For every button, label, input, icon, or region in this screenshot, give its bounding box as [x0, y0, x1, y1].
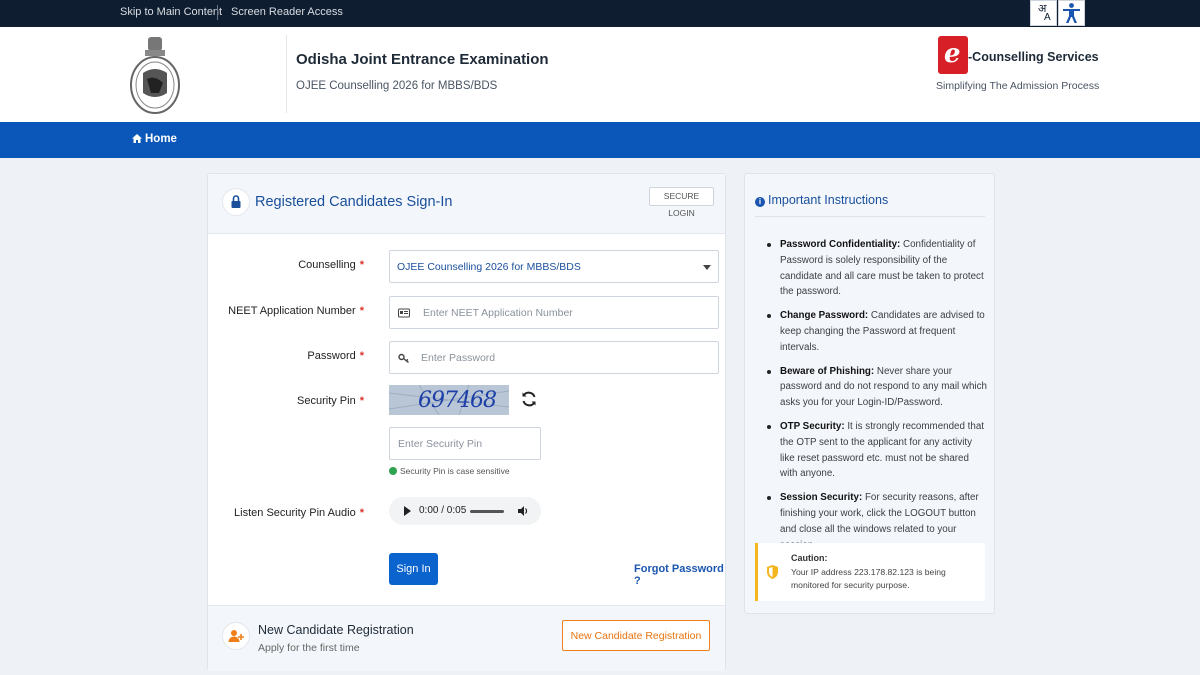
required-mark: *: [359, 507, 364, 519]
list-item: Password Confidentiality: Confidentialit…: [767, 237, 987, 300]
site-header: Odisha Joint Entrance Examination OJEE C…: [0, 27, 1200, 122]
counselling-label-text: Counselling: [298, 259, 356, 271]
neet-label: NEET Application Number *: [228, 305, 364, 317]
pin-case-hint: Security Pin is case sensitive: [389, 466, 510, 476]
language-glyph-bottom: A: [1044, 12, 1051, 23]
list-item: OTP Security: It is strongly recommended…: [767, 419, 987, 482]
caution-text: Your IP address 223.178.82.123 is being …: [791, 567, 946, 590]
registration-title: New Candidate Registration: [258, 623, 414, 637]
required-mark: *: [359, 395, 364, 407]
language-toggle-button[interactable]: अ A: [1030, 0, 1057, 26]
divider: [217, 5, 218, 20]
chevron-down-icon: [703, 265, 711, 270]
caution-box: Caution: Your IP address 223.178.82.123 …: [755, 543, 985, 601]
brand-tagline: Simplifying The Admission Process: [936, 80, 1100, 92]
pin-case-hint-text: Security Pin is case sensitive: [400, 466, 510, 476]
header-divider: [286, 35, 287, 113]
login-header: Registered Candidates Sign-In SECURE LOG…: [208, 174, 725, 234]
password-label-text: Password: [307, 350, 356, 362]
screen-reader-link[interactable]: Screen Reader Access: [231, 6, 343, 18]
instruction-heading: Change Password:: [780, 310, 869, 322]
sign-in-button[interactable]: Sign In: [389, 553, 438, 585]
instruction-heading: OTP Security:: [780, 420, 845, 432]
login-panel: Registered Candidates Sign-In SECURE LOG…: [207, 173, 726, 671]
id-card-icon: [398, 308, 410, 318]
secure-login-badge: SECURE LOGIN: [649, 187, 714, 218]
nav-home-label: Home: [145, 133, 177, 145]
nav-home-link[interactable]: Home: [132, 133, 177, 145]
add-user-icon: [228, 630, 244, 642]
security-pin-audio-player[interactable]: 0:00 / 0:05: [389, 497, 541, 525]
security-pin-label: Security Pin *: [297, 395, 364, 407]
login-title: Registered Candidates Sign-In: [255, 194, 453, 210]
counselling-select[interactable]: OJEE Counselling 2026 for MBBS/BDS: [389, 250, 719, 283]
play-icon[interactable]: [404, 506, 411, 516]
list-item: Change Password: Candidates are advised …: [767, 308, 987, 355]
neet-application-input[interactable]: Enter NEET Application Number: [389, 296, 719, 329]
home-icon: [132, 134, 142, 143]
captcha-image: 697468: [389, 385, 509, 415]
security-pin-placeholder: Enter Security Pin: [398, 438, 483, 450]
site-subtitle: OJEE Counselling 2026 for MBBS/BDS: [296, 80, 498, 92]
list-item: Beware of Phishing: Never share your pas…: [767, 364, 987, 411]
add-user-badge: [222, 622, 250, 650]
instructions-title: i Important Instructions: [755, 193, 888, 207]
audio-label-text: Listen Security Pin Audio: [234, 507, 356, 519]
required-mark: *: [359, 259, 364, 271]
counselling-label: Counselling *: [298, 259, 364, 271]
instruction-heading: Session Security:: [780, 492, 863, 504]
caution-title: Caution:: [791, 553, 828, 563]
audio-progress-bar[interactable]: [470, 510, 504, 513]
new-candidate-registration-button[interactable]: New Candidate Registration: [562, 620, 710, 651]
security-pin-input[interactable]: Enter Security Pin: [389, 427, 541, 460]
accessibility-icon: [1063, 3, 1080, 23]
key-icon: [398, 353, 409, 364]
info-icon: i: [755, 197, 765, 207]
divider: [755, 216, 985, 217]
audio-time: 0:00 / 0:05: [419, 505, 467, 516]
instruction-heading: Password Confidentiality:: [780, 239, 901, 250]
password-placeholder: Enter Password: [421, 352, 496, 364]
main-nav: Home: [0, 122, 1200, 158]
logo-mark: e: [944, 39, 961, 69]
instructions-list: Password Confidentiality: Confidentialit…: [767, 237, 987, 561]
instructions-title-text: Important Instructions: [768, 193, 889, 207]
required-mark: *: [359, 350, 364, 362]
neet-placeholder: Enter NEET Application Number: [423, 307, 573, 319]
volume-icon[interactable]: [517, 505, 529, 517]
lock-icon: [231, 195, 241, 208]
required-mark: *: [359, 305, 364, 317]
shield-icon: [767, 565, 778, 579]
neet-label-text: NEET Application Number: [228, 305, 356, 317]
e-counselling-logo: e: [938, 36, 968, 74]
refresh-captcha-icon[interactable]: [520, 390, 538, 408]
utility-bar: Skip to Main Content Screen Reader Acces…: [0, 0, 1200, 27]
instructions-panel: i Important Instructions Password Confide…: [744, 173, 995, 614]
password-input[interactable]: Enter Password: [389, 341, 719, 374]
site-title: Odisha Joint Entrance Examination: [296, 51, 549, 68]
skip-to-content-link[interactable]: Skip to Main Content: [120, 6, 222, 18]
check-circle-icon: [389, 467, 397, 475]
registration-subtitle: Apply for the first time: [258, 642, 360, 654]
password-label: Password *: [307, 350, 364, 362]
captcha-text: 697468: [418, 388, 497, 413]
lock-badge: [222, 188, 250, 216]
audio-label: Listen Security Pin Audio *: [234, 507, 364, 519]
instruction-heading: Beware of Phishing:: [780, 365, 875, 377]
odisha-emblem-icon: [130, 37, 180, 114]
registration-section: New Candidate Registration Apply for the…: [208, 605, 725, 671]
security-pin-label-text: Security Pin: [297, 395, 356, 407]
brand-name: -Counselling Services: [968, 50, 1099, 64]
accessibility-button[interactable]: [1058, 0, 1085, 26]
counselling-selected-value: OJEE Counselling 2026 for MBBS/BDS: [397, 261, 581, 273]
forgot-password-link[interactable]: Forgot Password ?: [634, 563, 725, 587]
